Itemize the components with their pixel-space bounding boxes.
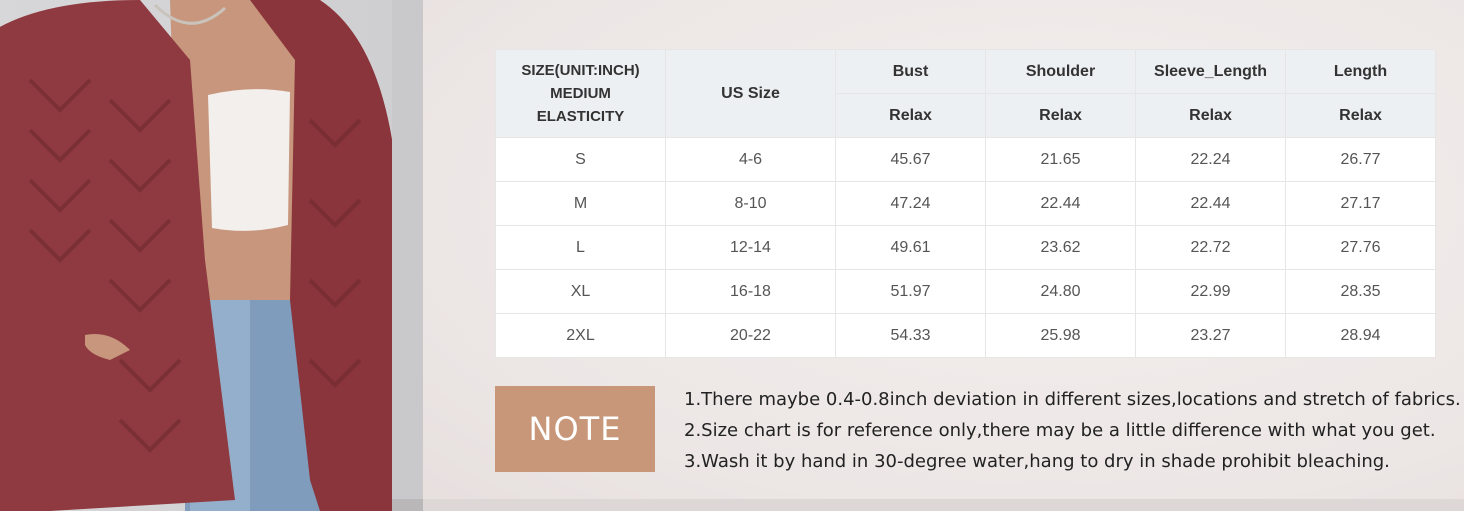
bust-header: Bust (835, 49, 986, 94)
shoulder-cell: 24.80 (985, 269, 1136, 314)
note-line: 1.There maybe 0.4-0.8inch deviation in d… (684, 389, 1461, 410)
jacket-illustration (0, 0, 392, 511)
size-cell: 2XL (495, 313, 666, 358)
size-header-line: SIZE(UNIT:INCH) (521, 62, 640, 79)
table-row: S 4-6 45.67 21.65 22.24 26.77 (495, 137, 1436, 182)
sleeve-length-cell: 22.72 (1135, 225, 1286, 270)
note-badge: NOTE (495, 386, 655, 472)
us-size-cell: 16-18 (665, 269, 836, 314)
sleeve-length-cell: 22.99 (1135, 269, 1286, 314)
shoulder-cell: 25.98 (985, 313, 1136, 358)
length-cell: 27.17 (1285, 181, 1436, 226)
fit-header: Relax (1285, 93, 1436, 138)
size-chart-panel: SIZE(UNIT:INCH) MEDIUM ELASTICITY US Siz… (423, 0, 1464, 511)
bust-cell: 47.24 (835, 181, 986, 226)
bust-cell: 49.61 (835, 225, 986, 270)
fit-header: Relax (1135, 93, 1286, 138)
note-line: 2.Size chart is for reference only,there… (684, 420, 1436, 441)
size-cell: XL (495, 269, 666, 314)
size-cell: L (495, 225, 666, 270)
us-size-cell: 12-14 (665, 225, 836, 270)
length-cell: 28.35 (1285, 269, 1436, 314)
shoulder-cell: 21.65 (985, 137, 1136, 182)
fit-header: Relax (835, 93, 986, 138)
length-cell: 27.76 (1285, 225, 1436, 270)
shoulder-cell: 23.62 (985, 225, 1136, 270)
sleeve-length-cell: 23.27 (1135, 313, 1286, 358)
us-size-header: US Size (665, 49, 836, 138)
length-cell: 28.94 (1285, 313, 1436, 358)
bust-cell: 45.67 (835, 137, 986, 182)
notes-list: 1.There maybe 0.4-0.8inch deviation in d… (684, 386, 1461, 479)
table-row: L 12-14 49.61 23.62 22.72 27.76 (495, 225, 1436, 270)
bust-cell: 51.97 (835, 269, 986, 314)
photo-border (392, 0, 423, 511)
us-size-cell: 8-10 (665, 181, 836, 226)
sleeve-length-header: Sleeve_Length (1135, 49, 1286, 94)
shoulder-header: Shoulder (985, 49, 1136, 94)
size-header-cell: SIZE(UNIT:INCH) MEDIUM ELASTICITY (495, 49, 666, 138)
length-cell: 26.77 (1285, 137, 1436, 182)
product-photo (0, 0, 392, 511)
table-row: 2XL 20-22 54.33 25.98 23.27 28.94 (495, 313, 1436, 358)
shoulder-cell: 22.44 (985, 181, 1136, 226)
table-row: M 8-10 47.24 22.44 22.44 27.17 (495, 181, 1436, 226)
us-size-cell: 4-6 (665, 137, 836, 182)
sleeve-length-cell: 22.44 (1135, 181, 1286, 226)
us-size-cell: 20-22 (665, 313, 836, 358)
size-cell: M (495, 181, 666, 226)
size-chart-table: SIZE(UNIT:INCH) MEDIUM ELASTICITY US Siz… (495, 49, 1436, 358)
size-header-line: ELASTICITY (536, 108, 625, 125)
fit-header: Relax (985, 93, 1136, 138)
note-line: 3.Wash it by hand in 30-degree water,han… (684, 451, 1390, 472)
table-row: XL 16-18 51.97 24.80 22.99 28.35 (495, 269, 1436, 314)
bust-cell: 54.33 (835, 313, 986, 358)
size-cell: S (495, 137, 666, 182)
size-header-line: MEDIUM (550, 85, 611, 102)
sleeve-length-cell: 22.24 (1135, 137, 1286, 182)
length-header: Length (1285, 49, 1436, 94)
